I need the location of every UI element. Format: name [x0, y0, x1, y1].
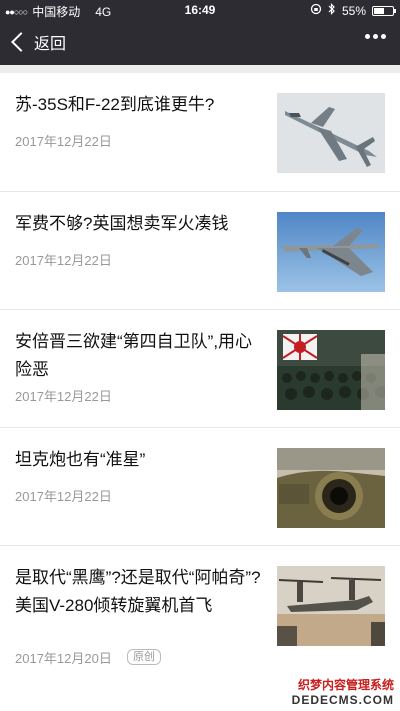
- article-thumbnail-tank-barrel: [277, 448, 385, 528]
- article-thumbnail-troops-flag: [277, 330, 385, 410]
- battery-percent: 55%: [341, 3, 366, 18]
- article-date: 2017年12月20日: [15, 651, 112, 666]
- article-date: 2017年12月22日: [15, 134, 112, 149]
- list-item[interactable]: 是取代“黑鹰”?还是取代“阿帕奇”?美国V-280倾转旋翼机首飞 2017年12…: [0, 546, 400, 686]
- battery-icon: [372, 5, 396, 16]
- article-title: 坦克炮也有“准星”: [15, 450, 146, 469]
- back-label: 返回: [34, 36, 67, 53]
- watermark-en: DEDECMS.COM: [291, 693, 394, 707]
- divider-strip: [0, 65, 400, 73]
- nav-bar: 返回: [0, 20, 400, 65]
- article-date: 2017年12月22日: [15, 489, 112, 504]
- bluetooth-icon: [328, 3, 336, 18]
- article-title: 是取代“黑鹰”?还是取代“阿帕奇”?美国V-280倾转旋翼机首飞: [15, 568, 261, 615]
- watermark: 织梦内容管理系统 DEDECMS.COM: [291, 676, 394, 707]
- article-title: 苏-35S和F-22到底谁更牛?: [15, 95, 215, 114]
- list-item[interactable]: 军费不够?英国想卖军火凑钱 2017年12月22日: [0, 192, 400, 310]
- more-dots-icon[interactable]: [365, 34, 386, 39]
- article-thumbnail-fighter-jet: [277, 93, 385, 173]
- article-thumbnail-tiltrotor: [277, 566, 385, 646]
- article-title: 军费不够?英国想卖军火凑钱: [15, 214, 229, 233]
- article-thumbnail-typhoon-jet: [277, 212, 385, 292]
- original-badge: 原创: [127, 649, 161, 665]
- article-list: 苏-35S和F-22到底谁更牛? 2017年12月22日 军费不够?英国想卖军火…: [0, 73, 400, 686]
- list-item[interactable]: 坦克炮也有“准星” 2017年12月22日: [0, 428, 400, 546]
- article-date: 2017年12月22日: [15, 253, 112, 268]
- status-bar: ●●○○○ 中国移动 4G 16:49 55%: [0, 0, 400, 20]
- chevron-left-icon: [11, 32, 31, 52]
- watermark-cn: 织梦内容管理系统: [291, 676, 394, 693]
- article-title: 安倍晋三欲建“第四自卫队”,用心险恶: [15, 332, 253, 379]
- list-item[interactable]: 苏-35S和F-22到底谁更牛? 2017年12月22日: [0, 73, 400, 192]
- article-date: 2017年12月22日: [15, 389, 112, 404]
- list-item[interactable]: 安倍晋三欲建“第四自卫队”,用心险恶 2017年12月22日: [0, 310, 400, 428]
- back-button[interactable]: 返回: [10, 29, 66, 55]
- rotation-lock-icon: [310, 3, 322, 18]
